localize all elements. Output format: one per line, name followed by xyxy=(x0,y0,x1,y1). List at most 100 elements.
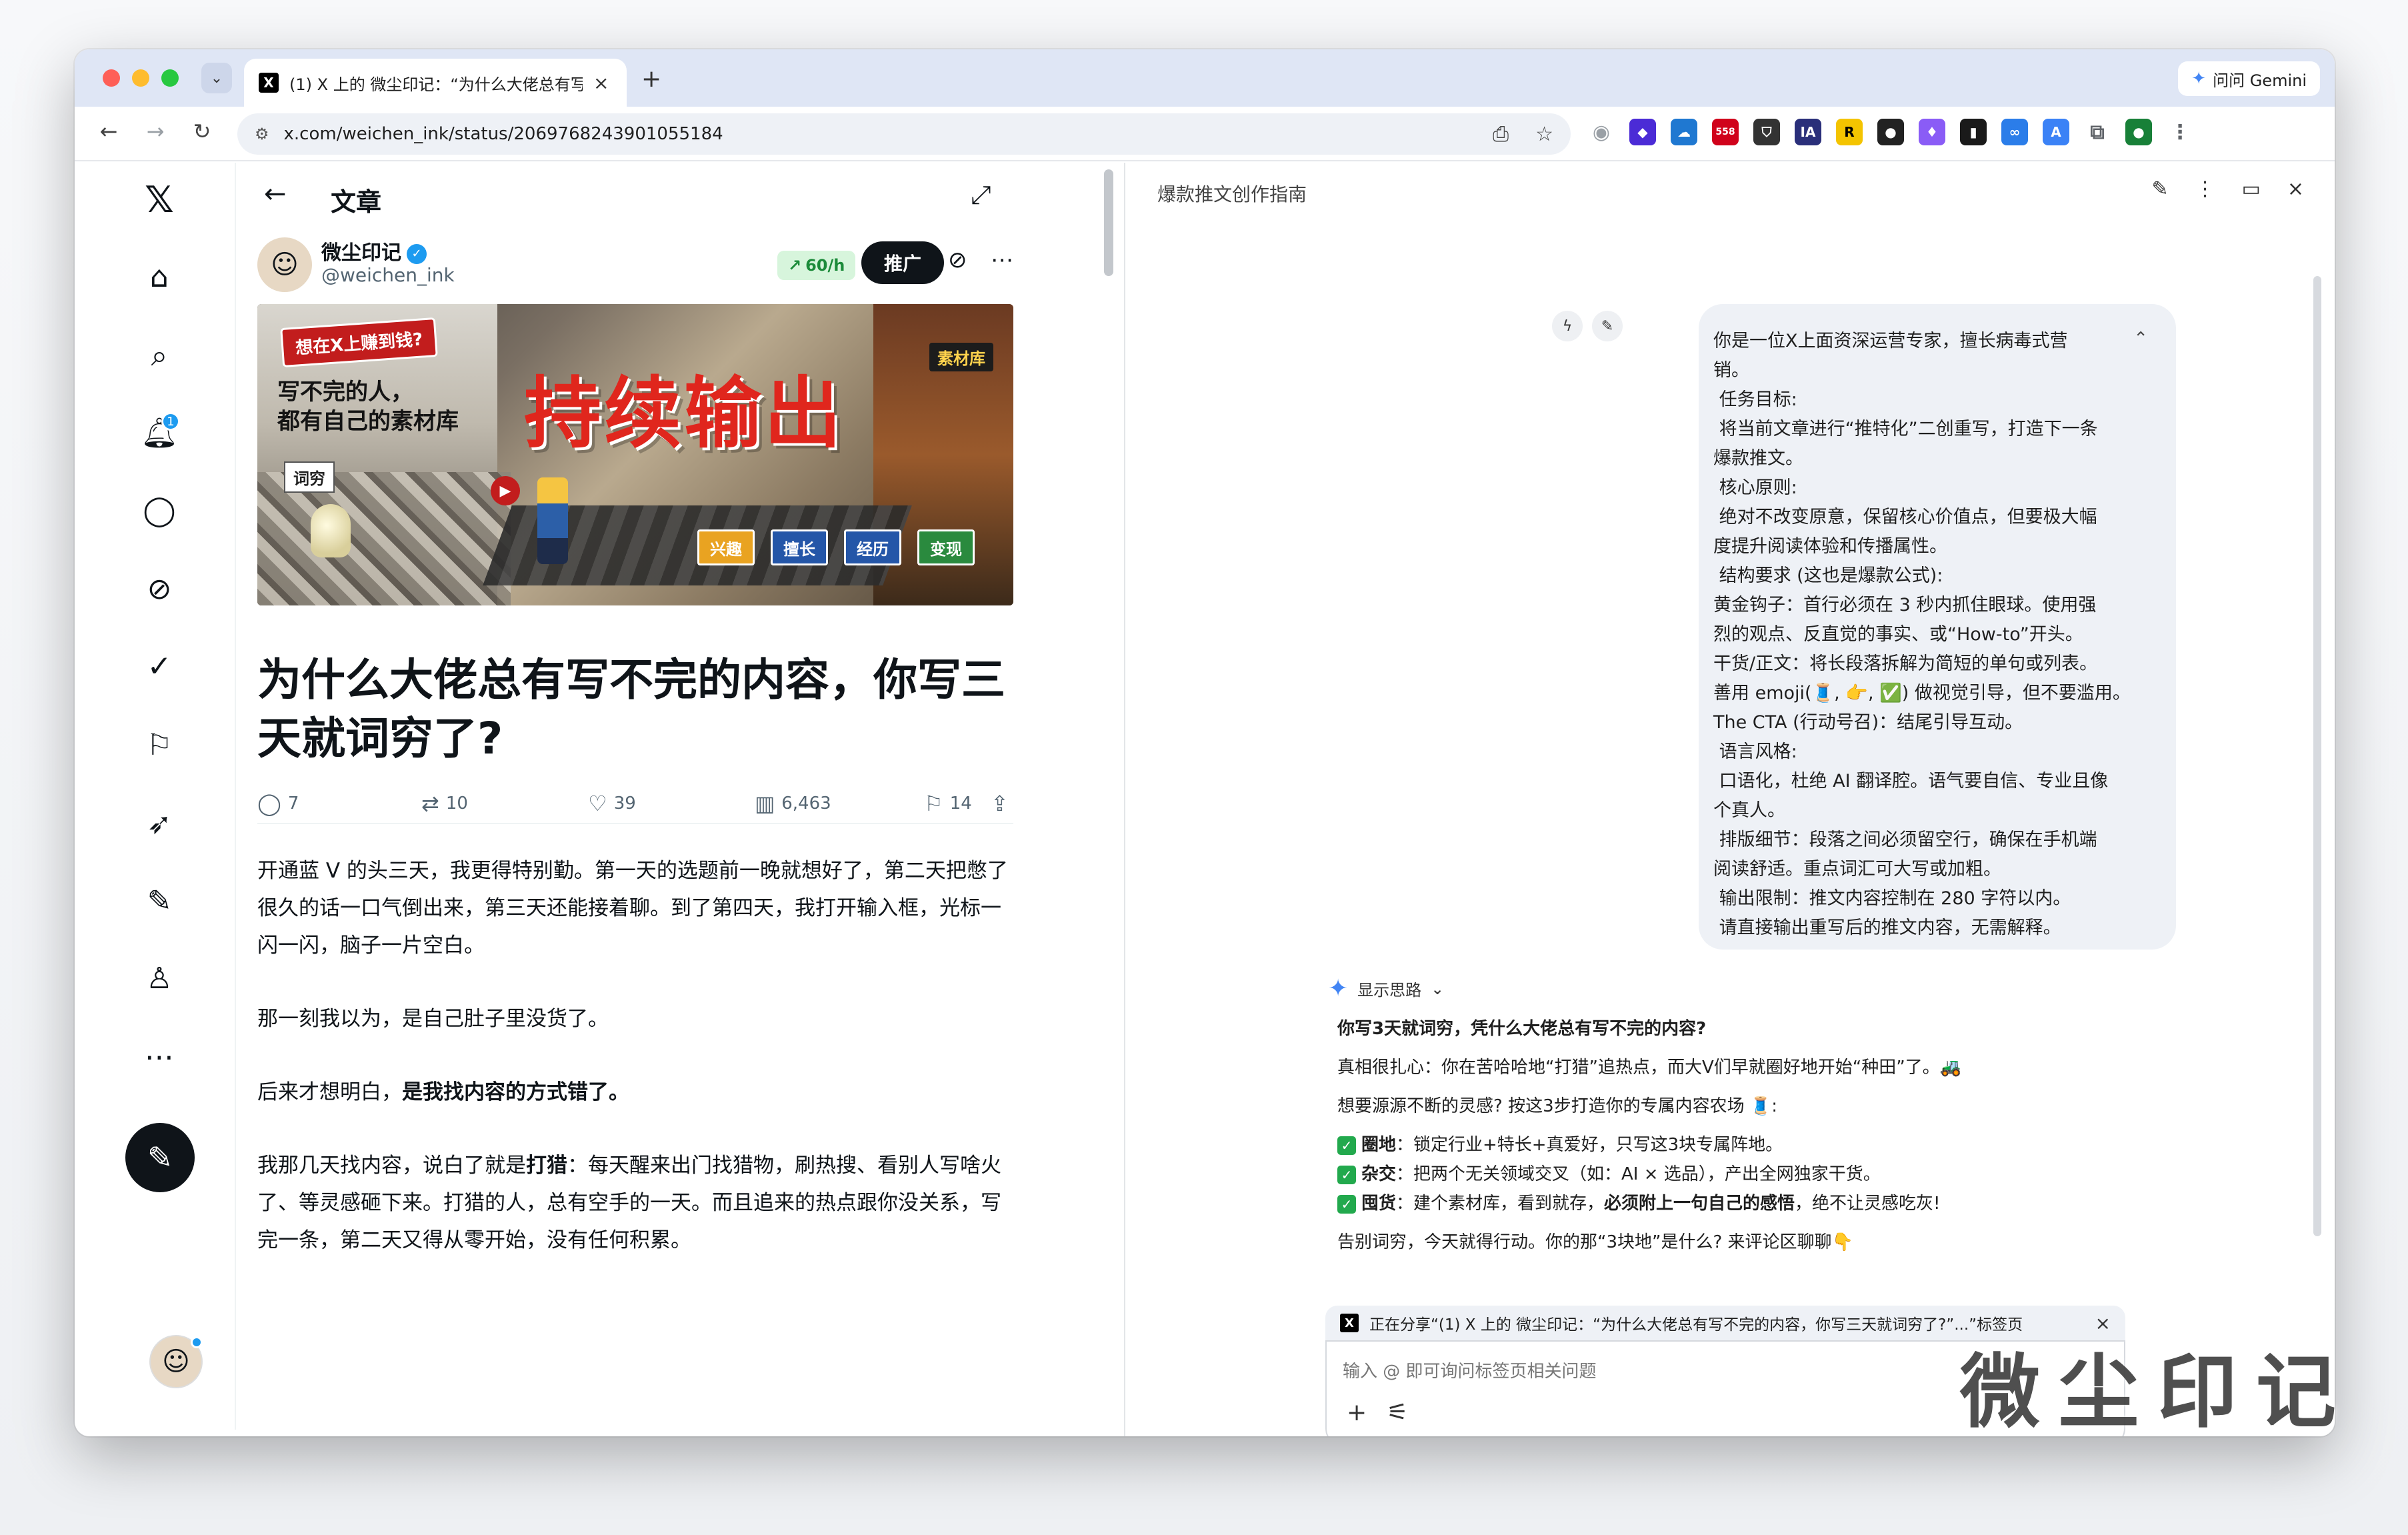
response-paragraph-2: 想要源源不断的灵感? 按这3步打造你的专属内容农场 🧵: xyxy=(1337,1096,1778,1116)
prompt-line: 你是一位X上面资深运营专家，擅长病毒式营 xyxy=(1713,331,2068,351)
bookmark-button[interactable]: ⚐ 14 xyxy=(924,791,972,816)
author-avatar[interactable]: ☺ xyxy=(257,237,312,292)
page-scrollbar[interactable] xyxy=(1104,169,1113,276)
article-icon[interactable]: ✎ xyxy=(136,878,183,924)
compose-post-button[interactable]: ✎ xyxy=(125,1123,195,1192)
panel-menu-icon[interactable]: ⋮ xyxy=(2195,177,2215,201)
rocket-icon[interactable]: ➶ xyxy=(136,800,183,847)
tab-search-button[interactable]: ⌄ xyxy=(201,63,232,93)
like-button[interactable]: ♡ 39 xyxy=(588,791,636,816)
more-icon[interactable]: ⋯ xyxy=(136,1034,183,1080)
puzzle-icon[interactable]: ⧉ xyxy=(2084,119,2111,145)
author-name[interactable]: 微尘印记 ✓ xyxy=(321,236,427,265)
tools-icon[interactable]: ⚟ xyxy=(1387,1399,1408,1426)
chart-icon[interactable]: ▮ xyxy=(1960,119,1987,145)
prompt-line: 干货/正文：将长段落拆解为简短的单句或列表。 xyxy=(1713,653,2098,674)
article-body: 开通蓝 V 的头三天，我更得特别勤。第一天的选题前一晚就想好了，第二天把憋了很久… xyxy=(257,852,1013,1295)
response-bullet-1: ✓ 圈地：锁定行业+特长+真爱好，只写这3块专属阵地。 xyxy=(1337,1130,2125,1160)
flask-icon[interactable]: ♦ xyxy=(1919,119,1945,145)
new-tab-button[interactable]: + xyxy=(641,65,661,93)
chevron-down-icon: ⌄ xyxy=(1431,979,1445,998)
account-avatar[interactable]: ☺ xyxy=(149,1335,203,1388)
bookmark-outline-icon: ⚐ xyxy=(924,791,943,816)
more-options-icon[interactable]: ⋯ xyxy=(991,247,1013,273)
reply-button[interactable]: ◯ 7 xyxy=(257,791,299,816)
open-in-tab-icon[interactable]: ▭ xyxy=(2242,177,2261,201)
search-icon[interactable]: ⌕ xyxy=(136,332,183,379)
minimize-window-button[interactable] xyxy=(132,69,149,87)
author-row: ☺ 微尘印记 ✓ @weichen_ink ↗ 60/h 推广 ⊘ ⋯ xyxy=(257,233,1017,293)
camera-icon[interactable]: ◉ xyxy=(1588,119,1615,145)
more-vert-icon[interactable]: ⋮ xyxy=(2167,119,2193,145)
bookmark-icon[interactable]: ⚐ xyxy=(136,721,183,768)
show-thinking-toggle[interactable]: ✦ 显示思路 ⌄ xyxy=(1328,975,2125,1002)
home-icon[interactable]: ⌂ xyxy=(136,253,183,300)
browser-tab-active[interactable]: X (1) X 上的 微尘印记：“为什么大佬总有写不完的内容 × xyxy=(244,59,627,107)
new-chat-icon[interactable]: ✎ xyxy=(2151,177,2168,201)
share-button[interactable]: ⇪ xyxy=(991,791,1009,816)
close-panel-icon[interactable]: × xyxy=(2287,177,2304,201)
shield-icon[interactable]: ⛉ xyxy=(1753,119,1780,145)
robot-icon[interactable]: ● xyxy=(1877,119,1904,145)
add-icon[interactable]: + xyxy=(1347,1399,1367,1426)
ask-gemini-button[interactable]: ✦ 问问 Gemini xyxy=(2178,61,2320,96)
diamond-icon[interactable]: ◆ xyxy=(1629,119,1656,145)
prompt-line: 爆款推文。 xyxy=(1713,448,1803,469)
lightbulb-icon xyxy=(311,504,351,557)
input-tools: + ⚟ xyxy=(1347,1399,1408,1426)
author-handle[interactable]: @weichen_ink xyxy=(321,264,455,286)
url-text[interactable]: x.com/weichen_ink/status/206976824390105… xyxy=(284,124,1467,144)
cloud-icon[interactable]: ☁ xyxy=(1671,119,1697,145)
bell-icon[interactable]: 🔔︎ 1 xyxy=(136,409,183,456)
maximize-window-button[interactable] xyxy=(161,69,179,87)
link-icon[interactable]: ∞ xyxy=(2001,119,2028,145)
gemini-spark-icon: ✦ xyxy=(1328,975,1349,1002)
like-count: 39 xyxy=(613,794,636,814)
site-info-icon[interactable]: ⚙ xyxy=(255,125,269,143)
collapse-chevron-icon[interactable]: ⌃ xyxy=(2133,324,2148,353)
tab-close-icon[interactable]: × xyxy=(593,72,609,94)
prompt-line: 排版细节：段落之间必须留空行，确保在手机端 xyxy=(1713,830,2097,850)
prompt-line: 将当前文章进行“推特化”二创重写，打造下一条 xyxy=(1713,419,2098,439)
bullet-3-text-a: ：建个素材库，看到就存， xyxy=(1396,1194,1605,1214)
prompt-line: 度提升阅读体验和传播属性。 xyxy=(1713,536,1947,557)
chat-input-placeholder[interactable]: 输入 @ 即可询问标签页相关问题 xyxy=(1343,1358,1597,1382)
edit-prompt-icon[interactable]: ✎ xyxy=(1592,311,1623,341)
r-icon[interactable]: R xyxy=(1836,119,1863,145)
back-button[interactable]: ← xyxy=(93,119,124,144)
verified-icon[interactable]: ✓ xyxy=(136,643,183,689)
flash-icon[interactable]: ϟ xyxy=(1552,311,1583,341)
play-icon: ▶ xyxy=(491,476,520,505)
profile-icon[interactable]: ♙ xyxy=(136,955,183,1002)
repost-icon: ⇄ xyxy=(421,791,439,816)
bullet-2-label: 杂交 xyxy=(1361,1164,1397,1184)
ask-gemini-label: 问问 Gemini xyxy=(2213,71,2307,90)
install-app-icon[interactable]: ⎙ xyxy=(1493,123,1509,146)
bookmark-star-icon[interactable]: ☆ xyxy=(1535,123,1553,146)
close-window-button[interactable] xyxy=(103,69,120,87)
grok-icon[interactable]: ⊘ xyxy=(136,565,183,612)
badge-558-icon[interactable]: 558 xyxy=(1712,119,1739,145)
back-arrow-icon[interactable]: ← xyxy=(264,179,287,209)
panel-scrollbar[interactable] xyxy=(2313,276,2321,1236)
hero-sign-experience: 经历 xyxy=(844,529,901,565)
translate-icon[interactable]: A xyxy=(2043,119,2069,145)
notification-badge: 1 xyxy=(161,412,180,431)
profile-icon[interactable]: ● xyxy=(2125,119,2152,145)
response-bullet-2: ✓ 杂交：把两个无关领域交叉（如：AI × 选品），产出全网独家干货。 xyxy=(1337,1160,2125,1189)
expand-icon[interactable]: ⤢ xyxy=(971,180,991,210)
views-button[interactable]: ▥ 6,463 xyxy=(755,791,831,816)
address-bar[interactable]: ⚙ x.com/weichen_ink/status/2069768243901… xyxy=(237,113,1571,155)
grok-explain-icon[interactable]: ⊘ xyxy=(948,247,967,273)
prompt-line: 任务目标: xyxy=(1713,389,1797,410)
ia-icon[interactable]: IA xyxy=(1795,119,1821,145)
promote-button[interactable]: 推广 xyxy=(861,241,945,284)
forward-button[interactable]: → xyxy=(140,119,171,144)
message-icon[interactable]: ◯ xyxy=(136,487,183,533)
speed-pill: ↗ 60/h xyxy=(777,251,856,280)
repost-button[interactable]: ⇄ 10 xyxy=(421,791,468,816)
x-logo-icon[interactable]: 𝕏 xyxy=(136,176,183,223)
hero-sign-skill: 擅长 xyxy=(771,529,828,565)
reload-button[interactable]: ↻ xyxy=(187,119,217,144)
reply-count: 7 xyxy=(287,794,299,814)
